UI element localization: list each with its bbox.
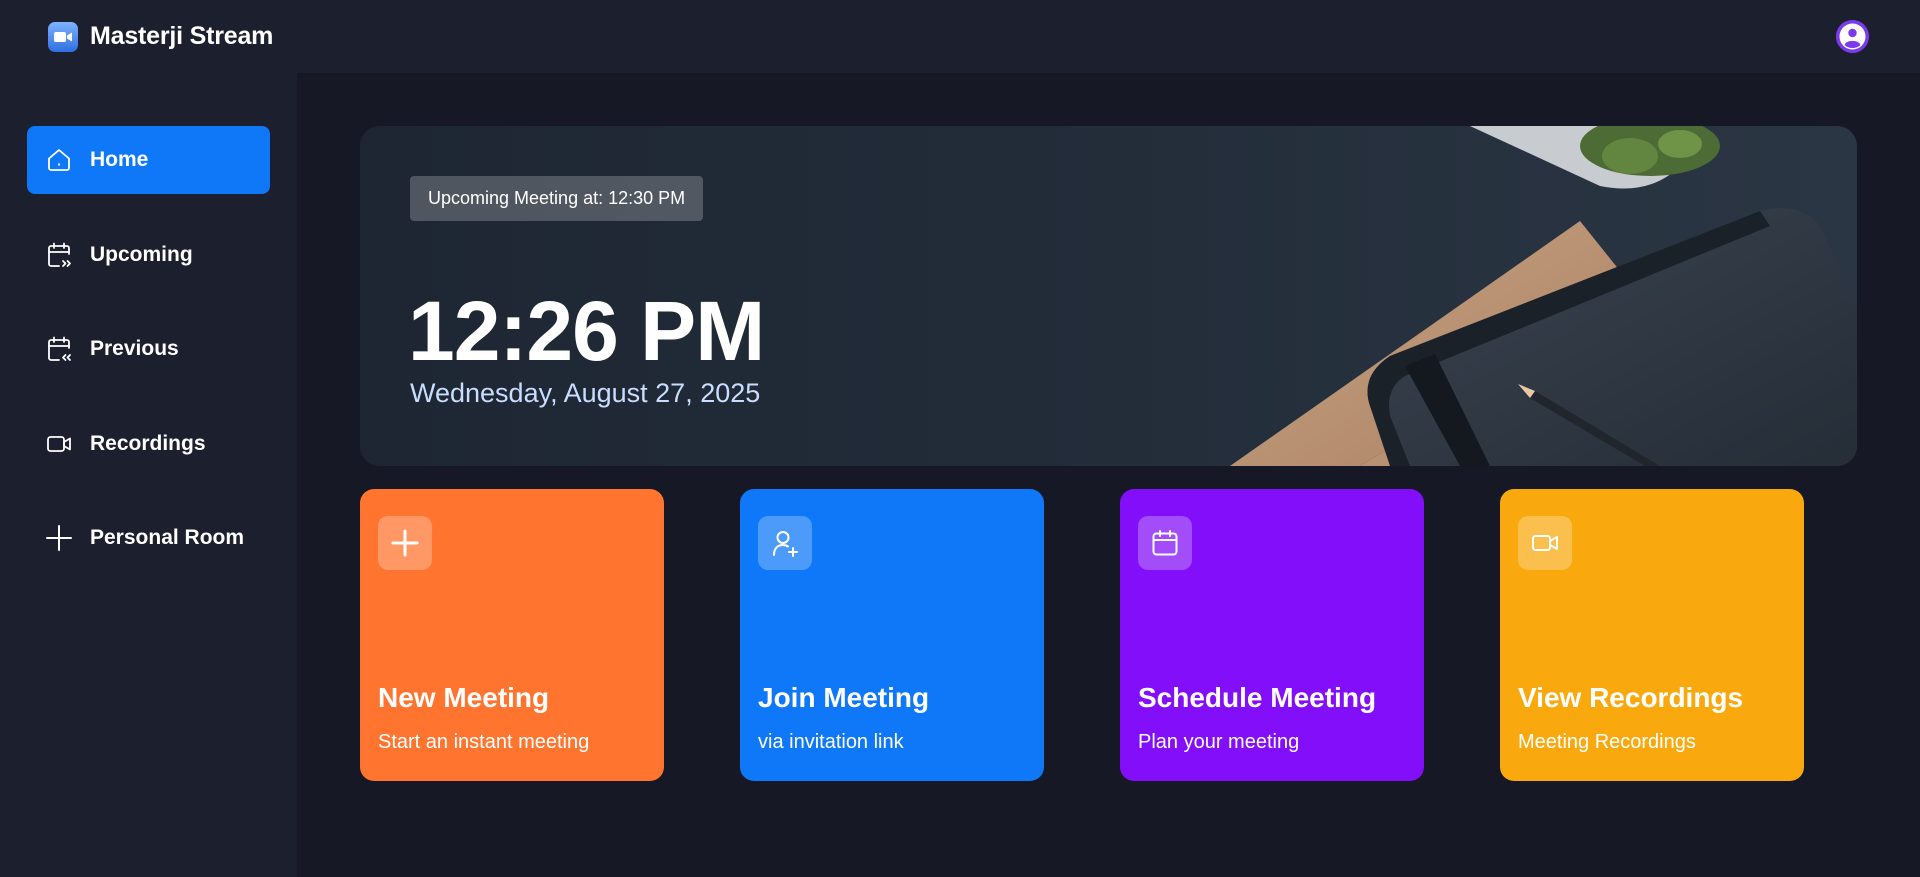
card-subtitle: Start an instant meeting xyxy=(378,731,590,753)
video-icon xyxy=(1518,516,1572,570)
card-subtitle: via invitation link xyxy=(758,731,904,753)
card-title: Schedule Meeting xyxy=(1138,682,1377,713)
user-avatar-icon[interactable] xyxy=(1836,20,1869,53)
card-title: Join Meeting xyxy=(758,682,930,713)
sidebar-item-label: Personal Room xyxy=(90,526,245,549)
card-subtitle: Plan your meeting xyxy=(1138,731,1300,753)
card-subtitle: Meeting Recordings xyxy=(1518,731,1696,753)
app-name: Masterji Stream xyxy=(90,22,274,50)
sidebar-item-label: Upcoming xyxy=(90,243,193,266)
sidebar-item-upcoming[interactable]: Upcoming xyxy=(27,221,270,289)
home-icon xyxy=(44,145,74,175)
sidebar-item-personal-room[interactable]: Personal Room xyxy=(27,504,270,572)
sidebar-item-label: Home xyxy=(90,148,149,171)
main-content: Upcoming Meeting at: 12:30 PM 12:26 PM W… xyxy=(297,73,1920,877)
hero-banner: Upcoming Meeting at: 12:30 PM 12:26 PM W… xyxy=(360,126,1857,466)
sidebar: Home Upcoming Previous Recordings Person… xyxy=(0,73,297,877)
join-meeting-card[interactable]: Join Meeting via invitation link xyxy=(740,489,1044,781)
plus-icon xyxy=(378,516,432,570)
video-camera-icon xyxy=(48,21,78,52)
view-recordings-card[interactable]: View Recordings Meeting Recordings xyxy=(1500,489,1804,781)
sidebar-item-recordings[interactable]: Recordings xyxy=(27,410,270,478)
sidebar-item-label: Previous xyxy=(90,337,179,360)
card-title: View Recordings xyxy=(1518,682,1744,713)
sidebar-item-previous[interactable]: Previous xyxy=(27,315,270,383)
brand[interactable]: Masterji Stream xyxy=(48,21,274,52)
current-date: Wednesday, August 27, 2025 xyxy=(410,378,761,408)
current-time: 12:26 PM xyxy=(408,284,765,378)
sidebar-item-home[interactable]: Home xyxy=(27,126,270,194)
card-title: New Meeting xyxy=(378,682,550,713)
calendar-icon xyxy=(1138,516,1192,570)
plus-icon xyxy=(44,523,74,553)
new-meeting-card[interactable]: New Meeting Start an instant meeting xyxy=(360,489,664,781)
user-add-icon xyxy=(758,516,812,570)
video-icon xyxy=(44,429,74,459)
schedule-meeting-card[interactable]: Schedule Meeting Plan your meeting xyxy=(1120,489,1424,781)
calendar-previous-icon xyxy=(44,334,74,364)
upcoming-meeting-badge: Upcoming Meeting at: 12:30 PM xyxy=(410,176,704,221)
sidebar-item-label: Recordings xyxy=(90,432,206,455)
top-navbar: Masterji Stream xyxy=(0,0,1920,73)
calendar-upcoming-icon xyxy=(44,240,74,270)
